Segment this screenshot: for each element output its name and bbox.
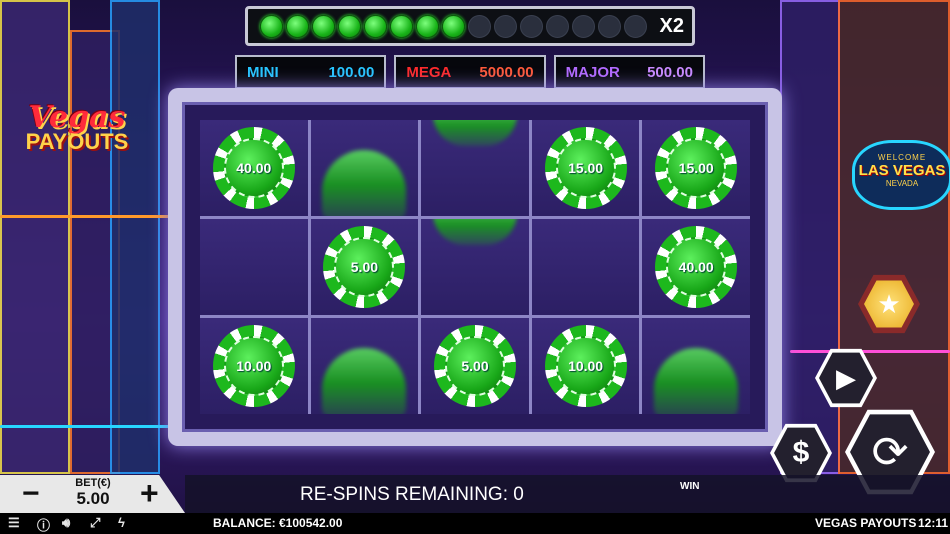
bet-label: BET(€) xyxy=(75,477,111,489)
star-icon: ★ xyxy=(864,280,914,328)
jackpot-major: MAJOR 500.00 xyxy=(553,55,705,89)
reel-cell: 10.00 xyxy=(531,318,640,414)
chip-value: 5.00 xyxy=(444,336,505,396)
chip-symbol: 40.00 xyxy=(655,226,738,308)
jackpot-mini-label: MINI xyxy=(247,63,279,81)
jackpot-mega: MEGA 5000.00 xyxy=(394,55,546,89)
chip-value: 15.00 xyxy=(666,138,727,198)
chip-symbol: 40.00 xyxy=(212,127,295,209)
play-icon: ▶ xyxy=(819,352,873,404)
jackpot-mini: MINI 100.00 xyxy=(235,55,387,89)
chip-value: 10.00 xyxy=(223,336,284,396)
multiplier-label: X2 xyxy=(659,15,684,37)
chip-symbol: 5.00 xyxy=(433,325,516,407)
sign-las-vegas: LAS VEGAS xyxy=(858,162,946,179)
bet-decrease-button[interactable]: − xyxy=(22,477,40,511)
clock: 12:11 xyxy=(918,516,949,530)
reels-grid: 40.00 15.00 15.00 5.00 40.00 10.00 5.00 10.00 xyxy=(200,120,750,414)
logo-line-2: PAYOUTS xyxy=(25,129,129,154)
game-logo: Vegas PAYOUTS xyxy=(12,100,142,170)
reel-cell: 5.00 xyxy=(310,219,419,315)
dollar-icon: $ xyxy=(774,427,828,479)
jackpot-major-label: MAJOR xyxy=(565,63,620,81)
las-vegas-sign: WELCOME LAS VEGAS NEVADA xyxy=(852,140,950,210)
reel-cell xyxy=(421,120,529,216)
jackpot-major-value: 500.00 xyxy=(647,63,693,81)
chip-symbol: 15.00 xyxy=(544,127,627,209)
reel-cell xyxy=(310,318,419,414)
win-label: WIN xyxy=(680,481,700,492)
chip-value: 5.00 xyxy=(334,237,395,297)
bet-panel: − BET(€) 5.00 + xyxy=(0,475,185,513)
game-name: VEGAS PAYOUTS xyxy=(815,516,917,530)
balance-text: BALANCE: €100542.00 xyxy=(213,516,343,530)
jackpot-mega-label: MEGA xyxy=(406,63,452,81)
progress-dot-filled xyxy=(260,14,283,38)
fullscreen-icon[interactable]: ⤢ xyxy=(90,515,100,531)
game-screen: Vegas PAYOUTS WELCOME LAS VEGAS NEVADA X… xyxy=(0,0,950,534)
reel-cell: 40.00 xyxy=(200,120,308,216)
menu-icon[interactable]: ☰ xyxy=(8,515,20,531)
status-bar: ☰ ⓘ 🔊︎ ⤢ ϟ BALANCE: €100542.00 VEGAS PAY… xyxy=(0,513,950,534)
spinning-chip-symbol xyxy=(432,219,517,245)
info-icon[interactable]: ⓘ xyxy=(37,515,50,534)
respins-remaining: RE-SPINS REMAINING: 0 xyxy=(300,484,524,505)
progress-dot-filled xyxy=(312,14,335,38)
progress-dot-empty xyxy=(468,14,491,38)
chip-value: 40.00 xyxy=(223,138,284,198)
chip-value: 40.00 xyxy=(666,237,727,297)
bet-value: 5.00 xyxy=(76,489,110,508)
chip-value: 15.00 xyxy=(555,138,616,198)
reel-cell: 15.00 xyxy=(531,120,640,216)
progress-dot-empty xyxy=(520,14,543,38)
progress-dot-empty xyxy=(546,14,569,38)
reels-frame: 40.00 15.00 15.00 5.00 40.00 10.00 5.00 10.00 xyxy=(168,88,782,446)
respin-progress-bar: X2 xyxy=(245,6,695,46)
jackpot-panel: MINI 100.00 MEGA 5000.00 MAJOR 500.00 xyxy=(235,55,705,89)
reel-cell xyxy=(642,318,750,414)
spinning-chip-symbol xyxy=(322,348,407,414)
jackpot-mini-value: 100.00 xyxy=(328,63,375,81)
progress-dot-empty xyxy=(494,14,517,38)
chip-value: 10.00 xyxy=(555,336,616,396)
chip-symbol: 10.00 xyxy=(544,325,627,407)
reel-cell xyxy=(531,219,640,315)
chip-symbol: 15.00 xyxy=(655,127,738,209)
spinning-chip-symbol xyxy=(432,120,517,146)
bet-increase-button[interactable]: + xyxy=(140,475,159,512)
progress-dot-filled xyxy=(364,14,387,38)
progress-dot-empty xyxy=(624,14,647,38)
progress-dot-empty xyxy=(572,14,595,38)
sign-welcome: WELCOME xyxy=(877,153,927,162)
reel-cell: 40.00 xyxy=(642,219,750,315)
spinning-chip-symbol xyxy=(322,150,407,216)
reel-cell: 10.00 xyxy=(200,318,308,414)
progress-dot-filled xyxy=(416,14,439,38)
reel-cell xyxy=(421,219,529,315)
progress-dot-filled xyxy=(390,14,413,38)
progress-dot-filled xyxy=(286,14,309,38)
reel-cell xyxy=(200,219,308,315)
jackpot-mega-value: 5000.00 xyxy=(479,63,534,81)
turbo-icon[interactable]: ϟ xyxy=(118,515,125,530)
reel-cell xyxy=(310,120,419,216)
reel-cell: 5.00 xyxy=(421,318,529,414)
progress-dot-empty xyxy=(598,14,621,38)
spinning-chip-symbol xyxy=(654,348,739,414)
chip-symbol: 10.00 xyxy=(212,325,295,407)
chip-symbol: 5.00 xyxy=(323,226,406,308)
progress-dot-filled xyxy=(442,14,465,38)
progress-dot-filled xyxy=(338,14,361,38)
reel-cell: 15.00 xyxy=(642,120,750,216)
progress-dots xyxy=(260,14,647,38)
sound-icon[interactable]: 🔊︎ xyxy=(62,515,70,531)
sign-nevada: NEVADA xyxy=(885,179,919,188)
